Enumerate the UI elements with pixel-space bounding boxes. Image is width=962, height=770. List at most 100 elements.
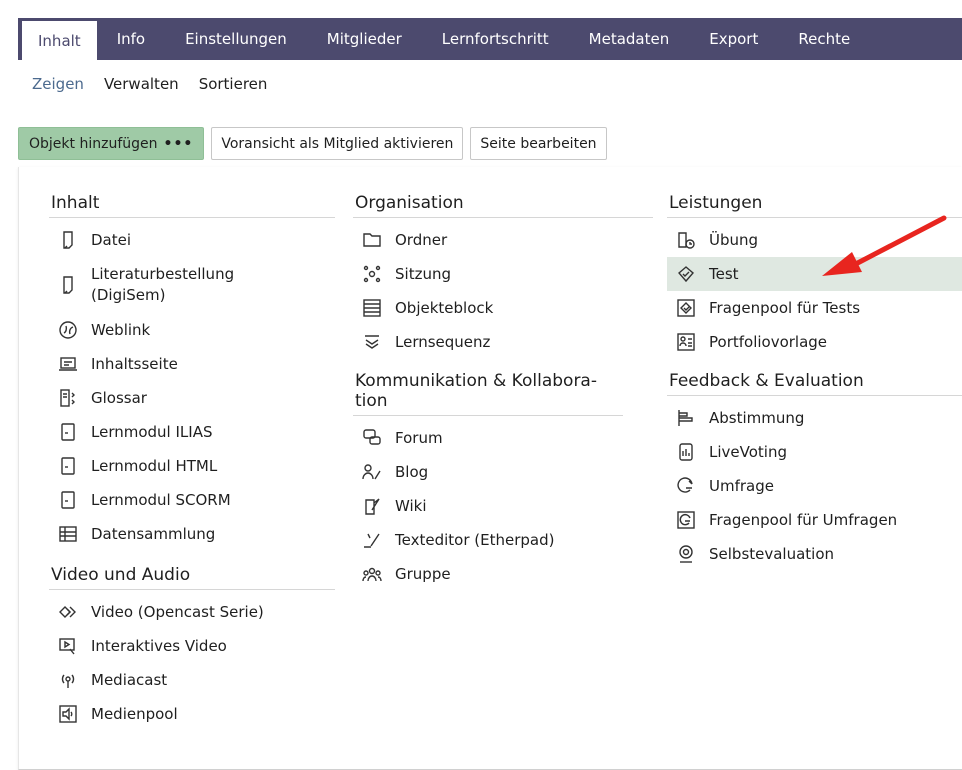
menu-item-label: Sitzung (395, 264, 451, 283)
live-voting-icon (675, 441, 697, 463)
menu-item-ordner[interactable]: Ordner (353, 223, 653, 257)
menu-item-fragenpool-tests[interactable]: Fragenpool für Tests (667, 291, 962, 325)
tab-lernfortschritt[interactable]: Lernfortschritt (422, 18, 569, 60)
folder-icon (361, 229, 383, 251)
edit-page-button[interactable]: Seite bearbeiten (470, 127, 607, 160)
glossary-icon (57, 387, 79, 409)
file-icon (57, 274, 79, 296)
mediapool-icon (57, 703, 79, 725)
preview-as-member-button[interactable]: Voransicht als Mitglied aktivieren (211, 127, 464, 160)
mediacast-icon (57, 669, 79, 691)
menu-item-lernmodul-scorm[interactable]: Lernmodul SCORM (49, 483, 335, 517)
menu-item-label: Datei (91, 230, 132, 249)
menu-item-selbstevaluation[interactable]: Selbstevaluation (667, 537, 962, 571)
menu-item-label: Lernmodul ILIAS (91, 422, 213, 441)
menu-item-video-opencast[interactable]: Video (Opencast Serie) (49, 595, 335, 629)
menu-item-blog[interactable]: Blog (353, 455, 653, 489)
menu-item-label: Übung (709, 230, 759, 249)
menu-item-gruppe[interactable]: Gruppe (353, 557, 653, 591)
menu-item-medienpool[interactable]: Medienpool (49, 697, 335, 731)
column-organisation: Organisation Ordner Sitzung Objekteblock… (353, 193, 653, 591)
menu-item-label: Literaturbestellung (DigiSem) (91, 265, 235, 304)
menu-item-weblink[interactable]: Weblink (49, 313, 335, 347)
menu-item-label: Blog (395, 462, 429, 481)
content-page-icon (57, 353, 79, 375)
menu-item-datei[interactable]: Datei (49, 223, 335, 257)
poll-icon (675, 407, 697, 429)
menu-item-lernmodul-ilias[interactable]: Lernmodul ILIAS (49, 415, 335, 449)
tab-info[interactable]: Info (97, 18, 165, 60)
main-tab-bar: Inhalt Info Einstellungen Mitglieder Ler… (18, 18, 962, 60)
menu-item-forum[interactable]: Forum (353, 421, 653, 455)
menu-item-label: Video (Opencast Serie) (91, 602, 264, 621)
menu-item-label: Lernmodul HTML (91, 456, 218, 475)
section-title-kommunikation: Kommunikation & Kollabora-tion (353, 371, 623, 416)
toolbar: Objekt hinzufügen ••• Voransicht als Mit… (18, 127, 607, 160)
tab-metadaten[interactable]: Metadaten (569, 18, 690, 60)
menu-item-umfrage[interactable]: Umfrage (667, 469, 962, 503)
sub-tabs: Zeigen Verwalten Sortieren (32, 75, 267, 93)
menu-item-mediacast[interactable]: Mediacast (49, 663, 335, 697)
weblink-icon (57, 319, 79, 341)
survey-pool-icon (675, 509, 697, 531)
menu-item-sitzung[interactable]: Sitzung (353, 257, 653, 291)
menu-item-portfoliovorlage[interactable]: Portfoliovorlage (667, 325, 962, 359)
section-title-inhalt: Inhalt (49, 193, 335, 218)
menu-item-label: LiveVoting (709, 442, 787, 461)
menu-item-label: Umfrage (709, 476, 774, 495)
menu-item-label: Glossar (91, 388, 147, 407)
section-title-video-audio: Video und Audio (49, 565, 335, 590)
menu-item-inhaltsseite[interactable]: Inhaltsseite (49, 347, 335, 381)
menu-item-label: Inhaltsseite (91, 354, 178, 373)
menu-item-label: Fragenpool für Umfragen (709, 510, 898, 529)
self-evaluation-icon (675, 543, 697, 565)
tab-inhalt[interactable]: Inhalt (22, 21, 97, 60)
subtab-sortieren[interactable]: Sortieren (199, 75, 268, 93)
column-inhalt: Inhalt Datei Literaturbestellung (DigiSe… (49, 193, 335, 731)
menu-item-lernmodul-html[interactable]: Lernmodul HTML (49, 449, 335, 483)
add-object-label: Objekt hinzufügen (29, 135, 158, 152)
survey-icon (675, 475, 697, 497)
menu-item-abstimmung[interactable]: Abstimmung (667, 401, 962, 435)
subtab-verwalten[interactable]: Verwalten (104, 75, 179, 93)
learning-module-icon (57, 455, 79, 477)
menu-item-glossar[interactable]: Glossar (49, 381, 335, 415)
menu-item-datensammlung[interactable]: Datensammlung (49, 517, 335, 551)
menu-item-livevoting[interactable]: LiveVoting (667, 435, 962, 469)
menu-item-label: Medienpool (91, 704, 178, 723)
menu-item-objekteblock[interactable]: Objekteblock (353, 291, 653, 325)
tab-rechte[interactable]: Rechte (778, 18, 870, 60)
menu-item-label: Interaktives Video (91, 636, 227, 655)
menu-item-label: Fragenpool für Tests (709, 298, 861, 317)
subtab-zeigen[interactable]: Zeigen (32, 75, 84, 93)
menu-item-label: Mediacast (91, 670, 168, 689)
menu-item-fragenpool-umfragen[interactable]: Fragenpool für Umfragen (667, 503, 962, 537)
menu-item-label: Lernsequenz (395, 332, 491, 351)
question-pool-icon (675, 297, 697, 319)
red-arrow-annotation (822, 215, 947, 276)
menu-item-label: Objekteblock (395, 298, 494, 317)
menu-item-label: Ordner (395, 230, 448, 249)
section-title-organisation: Organisation (353, 193, 653, 218)
file-icon (57, 229, 79, 251)
etherpad-icon (361, 529, 383, 551)
menu-item-label: Portfoliovorlage (709, 332, 828, 351)
add-object-button[interactable]: Objekt hinzufügen ••• (18, 127, 205, 160)
wiki-icon (361, 495, 383, 517)
menu-item-lernsequenz[interactable]: Lernsequenz (353, 325, 653, 359)
menu-item-literaturbestellung[interactable]: Literaturbestellung (DigiSem) (49, 257, 335, 313)
tab-einstellungen[interactable]: Einstellungen (165, 18, 307, 60)
data-collection-icon (57, 523, 79, 545)
tab-export[interactable]: Export (689, 18, 778, 60)
menu-item-etherpad[interactable]: Texteditor (Etherpad) (353, 523, 653, 557)
menu-item-interaktives-video[interactable]: Interaktives Video (49, 629, 335, 663)
section-title-feedback: Feedback & Evaluation (667, 371, 962, 396)
video-icon (57, 601, 79, 623)
menu-item-wiki[interactable]: Wiki (353, 489, 653, 523)
menu-item-label: Datensammlung (91, 524, 216, 543)
learning-module-icon (57, 489, 79, 511)
tab-mitglieder[interactable]: Mitglieder (307, 18, 422, 60)
learning-sequence-icon (361, 331, 383, 353)
menu-item-label: Wiki (395, 496, 427, 515)
blog-icon (361, 461, 383, 483)
